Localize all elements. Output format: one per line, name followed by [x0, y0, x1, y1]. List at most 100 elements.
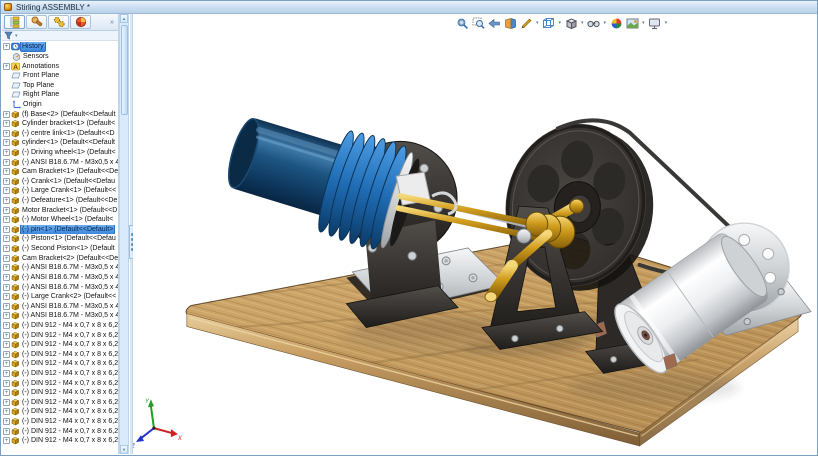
expander-icon[interactable]: +: [3, 149, 10, 156]
displacer-cylinder[interactable]: [217, 98, 426, 257]
zoom-to-fit-button[interactable]: [455, 16, 469, 30]
expander-icon[interactable]: +: [3, 226, 10, 233]
view-settings-dropdown-arrow[interactable]: ▾: [665, 20, 668, 26]
display-style-button[interactable]: [564, 16, 578, 30]
tree-item[interactable]: +(-) DIN 912 - M4 x 0,7 x 8 x 6,25: [2, 378, 118, 388]
configurationmanager-tab[interactable]: [48, 15, 69, 29]
expander-icon[interactable]: +: [3, 274, 10, 281]
scroll-down-arrow[interactable]: ▼: [120, 445, 128, 454]
expander-icon[interactable]: +: [3, 332, 10, 339]
tree-item[interactable]: +(-) DIN 912 - M4 x 0,7 x 8 x 6,25: [2, 407, 118, 417]
tree-item[interactable]: +(-) DIN 912 - M4 x 0,7 x 8 x 6,25: [2, 350, 118, 360]
scroll-up-arrow[interactable]: ▲: [120, 14, 128, 23]
tree-item[interactable]: +(-) Motor Wheel<1> (Default<: [2, 215, 118, 225]
expander-icon[interactable]: +: [3, 120, 10, 127]
tree-item[interactable]: +(-) DIN 912 - M4 x 0,7 x 8 x 6,25: [2, 359, 118, 369]
tree-item[interactable]: +(-) Crank<1> (Default<<Defau: [2, 177, 118, 187]
expander-icon[interactable]: +: [3, 178, 10, 185]
expander-icon[interactable]: +: [3, 351, 10, 358]
expander-icon[interactable]: +: [3, 437, 10, 444]
tree-item[interactable]: +cylinder<1> (Default<<Default: [2, 138, 118, 148]
dynamic-annotation-views-button[interactable]: [519, 16, 533, 30]
expander-icon[interactable]: +: [3, 303, 10, 310]
expander-icon[interactable]: +: [3, 293, 10, 300]
tree-item[interactable]: +(-) DIN 912 - M4 x 0,7 x 8 x 6,25: [2, 398, 118, 408]
tree-item[interactable]: +(-) ANSI B18.6.7M - M3x0,5 x 4(: [2, 273, 118, 283]
dynamic-annotation-views-dropdown-arrow[interactable]: ▾: [536, 20, 539, 26]
tree-item[interactable]: +AAnnotations: [2, 61, 118, 71]
expander-icon[interactable]: +: [3, 341, 10, 348]
tree-item[interactable]: +Cylinder bracket<1> (Default<: [2, 119, 118, 129]
apply-scene-button[interactable]: [625, 16, 639, 30]
expander-icon[interactable]: +: [3, 418, 10, 425]
tree-item[interactable]: +History: [2, 42, 118, 52]
tree-item[interactable]: +(-) DIN 912 - M4 x 0,7 x 8 x 6,25: [2, 417, 118, 427]
tree-item[interactable]: +(-) DIN 912 - M4 x 0,7 x 8 x 6,25: [2, 330, 118, 340]
tree-item[interactable]: +(-) pin<1> (Default<<Default>: [2, 225, 118, 235]
tree-item[interactable]: +(-) DIN 912 - M4 x 0,7 x 8 x 6,25: [2, 388, 118, 398]
expander-icon[interactable]: +: [3, 197, 10, 204]
section-view-button[interactable]: [503, 16, 517, 30]
expander-icon[interactable]: +: [3, 235, 10, 242]
tree-item[interactable]: +(-) DIN 912 - M4 x 0,7 x 8 x 6,25: [2, 436, 118, 446]
expander-icon[interactable]: +: [3, 63, 10, 70]
expander-icon[interactable]: +: [3, 216, 10, 223]
expander-icon[interactable]: +: [3, 370, 10, 377]
hide-show-items-button[interactable]: [587, 16, 601, 30]
scrollbar-thumb[interactable]: [121, 25, 128, 115]
expander-icon[interactable]: +: [3, 312, 10, 319]
tree-item[interactable]: Sensors: [2, 52, 118, 62]
tree-item[interactable]: +(-) DIN 912 - M4 x 0,7 x 8 x 6,25: [2, 426, 118, 436]
tree-item[interactable]: +(-) ANSI B18.6.7M - M3x0,5 x 4(: [2, 263, 118, 273]
expander-icon[interactable]: +: [3, 159, 10, 166]
view-settings-button[interactable]: [648, 16, 662, 30]
tree-item[interactable]: +(-) centre link<1> (Default<<D: [2, 128, 118, 138]
tree-item[interactable]: +(-) DIN 912 - M4 x 0,7 x 8 x 6,25: [2, 321, 118, 331]
tree-item[interactable]: Origin: [2, 100, 118, 110]
expander-icon[interactable]: +: [3, 380, 10, 387]
model-render[interactable]: Y X Z: [133, 14, 816, 454]
tree-item[interactable]: +(-) Second Piston<1> (Default: [2, 244, 118, 254]
tree-item[interactable]: +Cam Bracket<2> (Default<<De: [2, 253, 118, 263]
filter-row[interactable]: ▾: [2, 31, 118, 41]
expander-icon[interactable]: +: [3, 322, 10, 329]
expander-icon[interactable]: +: [3, 130, 10, 137]
previous-view-button[interactable]: [487, 16, 501, 30]
displaymanager-tab[interactable]: [70, 15, 91, 29]
tree-item[interactable]: +Cam Bracket<1> (Default<<De: [2, 167, 118, 177]
tree-item[interactable]: +(f) Base<2> (Default<<Default: [2, 109, 118, 119]
zoom-to-area-button[interactable]: [471, 16, 485, 30]
expander-icon[interactable]: +: [3, 207, 10, 214]
tree-item[interactable]: +(-) Driving wheel<1> (Default<: [2, 148, 118, 158]
tree-item[interactable]: +(-) Piston<1> (Default<<Defau: [2, 234, 118, 244]
panel-scrollbar[interactable]: ▲ ▼: [119, 14, 129, 454]
expander-icon[interactable]: +: [3, 245, 10, 252]
title-bar[interactable]: Stirling ASSEMBLY *: [1, 1, 817, 14]
expander-icon[interactable]: +: [3, 284, 10, 291]
tree-item[interactable]: Top Plane: [2, 80, 118, 90]
view-orientation-button[interactable]: [542, 16, 556, 30]
expander-icon[interactable]: +: [3, 255, 10, 262]
expander-icon[interactable]: +: [3, 399, 10, 406]
tab-overflow-chevron[interactable]: »: [110, 19, 116, 26]
tree-item[interactable]: +(-) Large Crank<2> (Default<<: [2, 292, 118, 302]
tree-item[interactable]: +(-) ANSI B18.6.7M - M3x0,5 x 4(: [2, 282, 118, 292]
graphics-viewport[interactable]: ▾▾▾▾▾▾: [133, 14, 816, 454]
tree-item[interactable]: Front Plane: [2, 71, 118, 81]
expander-icon[interactable]: +: [3, 428, 10, 435]
expander-icon[interactable]: +: [3, 389, 10, 396]
expander-icon[interactable]: +: [3, 264, 10, 271]
tree-item[interactable]: +(-) ANSI B18.6.7M - M3x0,5 x 4(: [2, 311, 118, 321]
propertymanager-tab[interactable]: [26, 15, 47, 29]
tree-item[interactable]: +(-) ANSI B18.6.7M - M3x0,5 x 4(: [2, 301, 118, 311]
apply-scene-dropdown-arrow[interactable]: ▾: [642, 20, 645, 26]
tree-item[interactable]: +(-) DIN 912 - M4 x 0,7 x 8 x 6,25: [2, 369, 118, 379]
expander-icon[interactable]: +: [3, 187, 10, 194]
tree-item[interactable]: +(-) Defeature<1> (Default<<De: [2, 196, 118, 206]
expander-icon[interactable]: +: [3, 111, 10, 118]
expander-icon[interactable]: +: [3, 139, 10, 146]
tree-item[interactable]: +(-) Large Crank<1> (Default<<: [2, 186, 118, 196]
tree-item[interactable]: Right Plane: [2, 90, 118, 100]
expander-icon[interactable]: +: [3, 408, 10, 415]
tree-item[interactable]: +(-) ANSI B18.6.7M - M3x0,5 x 4(: [2, 157, 118, 167]
